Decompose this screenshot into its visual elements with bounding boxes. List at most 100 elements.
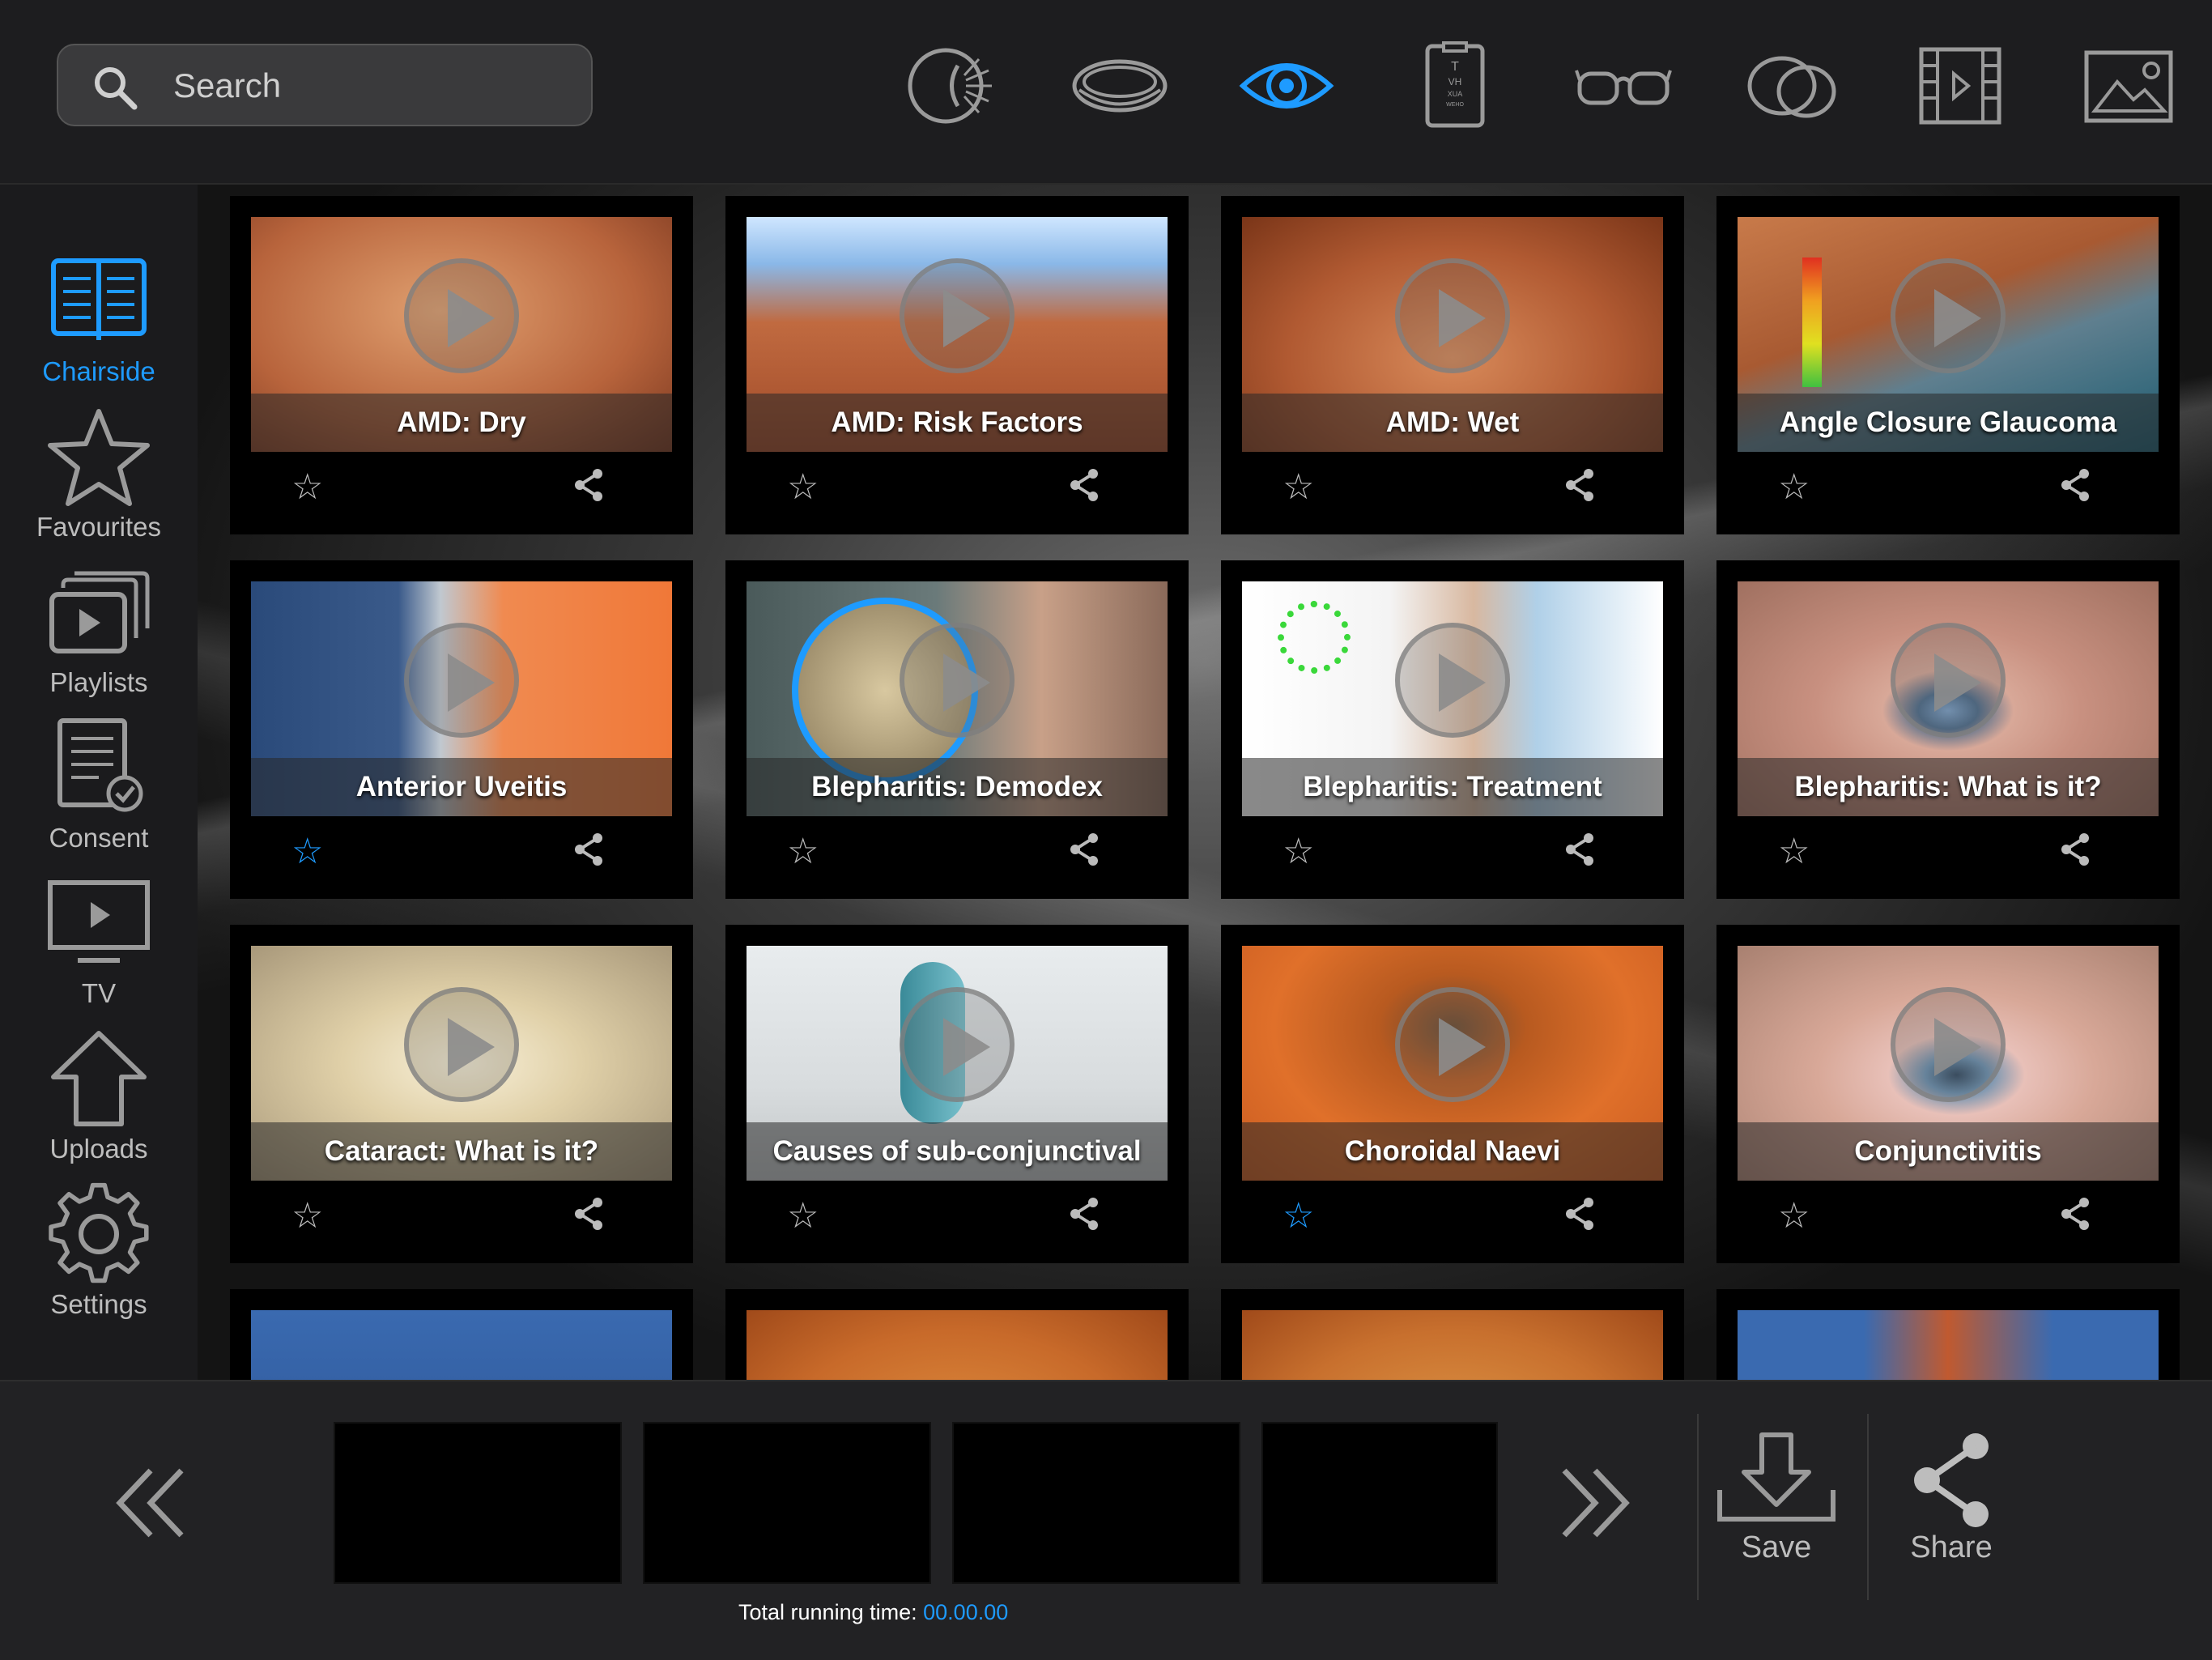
sidebar-item-consent[interactable]: Consent: [0, 716, 198, 870]
favourite-star-icon[interactable]: ☆: [1283, 470, 1314, 505]
video-thumbnail[interactable]: Angle Closure Glaucoma: [1738, 217, 2159, 452]
save-label: Save: [1741, 1530, 1812, 1564]
video-thumbnail[interactable]: Blepharitis: Demodex: [747, 581, 1168, 816]
playlist-slot[interactable]: [643, 1422, 931, 1584]
video-card[interactable]: Blepharitis: What is it? ☆: [1716, 560, 2180, 899]
eye-chart-icon[interactable]: T VH XUA WEHO: [1402, 37, 1508, 134]
play-button[interactable]: [404, 258, 519, 373]
favourite-star-icon[interactable]: ☆: [1778, 834, 1810, 870]
glasses-icon[interactable]: [1571, 37, 1676, 134]
lens-overlap-icon[interactable]: [1739, 37, 1844, 134]
favourite-star-icon[interactable]: ☆: [1283, 1198, 1314, 1234]
play-button[interactable]: [1395, 986, 1510, 1102]
share-icon[interactable]: [1561, 466, 1598, 504]
favourite-star-icon[interactable]: ☆: [291, 834, 323, 870]
video-title-strip: Conjunctivitis: [1738, 1122, 2159, 1181]
favourite-star-icon[interactable]: ☆: [1778, 1198, 1810, 1234]
video-thumbnail[interactable]: Choroidal Naevi: [1242, 946, 1663, 1181]
video-card[interactable]: Conjunctivitis ☆: [1716, 925, 2180, 1263]
video-thumbnail[interactable]: AMD: Dry: [251, 217, 672, 452]
video-thumbnail[interactable]: [251, 1310, 672, 1380]
sidebar-item-favourites[interactable]: Favourites: [0, 405, 198, 559]
eye-icon[interactable]: [1234, 37, 1339, 134]
search-bar[interactable]: Search: [57, 44, 593, 126]
chevrons-left-icon[interactable]: [102, 1454, 199, 1551]
play-button[interactable]: [1891, 622, 2006, 738]
share-icon[interactable]: [1561, 1195, 1598, 1232]
video-card[interactable]: Blepharitis: Demodex ☆: [725, 560, 1189, 899]
upload-arrow-icon: [51, 1031, 147, 1126]
play-button[interactable]: [1395, 258, 1510, 373]
play-button[interactable]: [1891, 986, 2006, 1102]
share-icon[interactable]: [570, 1195, 607, 1232]
favourite-star-icon[interactable]: ☆: [787, 470, 819, 505]
video-card[interactable]: Blepharitis: Treatment ☆: [1221, 560, 1684, 899]
anatomy-icon[interactable]: [897, 37, 1002, 134]
video-thumbnail[interactable]: Causes of sub-conjunctival: [747, 946, 1168, 1181]
video-card[interactable]: Choroidal Naevi ☆: [1221, 925, 1684, 1263]
share-icon[interactable]: [2057, 831, 2094, 868]
video-thumbnail[interactable]: Anterior Uveitis: [251, 581, 672, 816]
share-icon[interactable]: [1066, 466, 1103, 504]
video-card[interactable]: [725, 1289, 1189, 1380]
play-button[interactable]: [404, 986, 519, 1102]
play-button[interactable]: [900, 986, 1015, 1102]
video-card[interactable]: Anterior Uveitis ☆: [230, 560, 693, 899]
save-button[interactable]: Save: [1695, 1430, 1857, 1592]
video-thumbnail[interactable]: [1738, 1310, 2159, 1380]
share-icon[interactable]: [2057, 466, 2094, 504]
video-card[interactable]: AMD: Risk Factors ☆: [725, 196, 1189, 534]
video-card[interactable]: Causes of sub-conjunctival ☆: [725, 925, 1189, 1263]
play-button[interactable]: [1891, 258, 2006, 373]
video-thumbnail[interactable]: Conjunctivitis: [1738, 946, 2159, 1181]
playlist-slot[interactable]: [1261, 1422, 1498, 1584]
sidebar-item-label: Playlists: [49, 667, 148, 697]
video-card[interactable]: AMD: Dry ☆: [230, 196, 693, 534]
video-card[interactable]: [1716, 1289, 2180, 1380]
video-thumbnail[interactable]: Blepharitis: Treatment: [1242, 581, 1663, 816]
video-thumbnail[interactable]: Blepharitis: What is it?: [1738, 581, 2159, 816]
share-icon[interactable]: [570, 831, 607, 868]
video-card[interactable]: Angle Closure Glaucoma ☆: [1716, 196, 2180, 534]
favourite-star-icon[interactable]: ☆: [291, 470, 323, 505]
sidebar-item-tv[interactable]: TV: [0, 871, 198, 1025]
share-icon[interactable]: [570, 466, 607, 504]
play-button[interactable]: [1395, 622, 1510, 738]
share-button[interactable]: Share: [1870, 1430, 2032, 1592]
sidebar-item-settings[interactable]: Settings: [0, 1182, 198, 1336]
favourite-star-icon[interactable]: ☆: [1283, 834, 1314, 870]
favourite-star-icon[interactable]: ☆: [291, 1198, 323, 1234]
favourite-star-icon[interactable]: ☆: [787, 1198, 819, 1234]
video-card[interactable]: [1221, 1289, 1684, 1380]
play-button[interactable]: [900, 622, 1015, 738]
film-icon[interactable]: [1908, 37, 2013, 134]
playlist-slot[interactable]: [952, 1422, 1240, 1584]
share-icon[interactable]: [2057, 1195, 2094, 1232]
share-icon[interactable]: [1066, 1195, 1103, 1232]
contact-lens-icon[interactable]: [1067, 37, 1172, 134]
image-icon[interactable]: [2076, 37, 2181, 134]
chevrons-right-icon[interactable]: [1546, 1454, 1644, 1551]
video-card[interactable]: Cataract: What is it? ☆: [230, 925, 693, 1263]
video-thumbnail[interactable]: Cataract: What is it?: [251, 946, 672, 1181]
favourite-star-icon[interactable]: ☆: [1778, 470, 1810, 505]
sidebar-item-label: Uploads: [49, 1134, 148, 1164]
playlist-slot[interactable]: [334, 1422, 622, 1584]
sidebar-item-playlists[interactable]: Playlists: [0, 560, 198, 714]
video-title: Anterior Uveitis: [355, 771, 568, 802]
svg-text:WEHO: WEHO: [1446, 102, 1464, 108]
favourite-star-icon[interactable]: ☆: [787, 834, 819, 870]
play-button[interactable]: [900, 258, 1015, 373]
video-card[interactable]: [230, 1289, 693, 1380]
share-icon[interactable]: [1066, 831, 1103, 868]
sidebar-item-chairside[interactable]: Chairside: [0, 249, 198, 403]
sidebar-item-uploads[interactable]: Uploads: [0, 1027, 198, 1181]
gear-icon: [49, 1182, 149, 1283]
video-thumbnail[interactable]: AMD: Risk Factors: [747, 217, 1168, 452]
video-thumbnail[interactable]: [747, 1310, 1168, 1380]
video-thumbnail[interactable]: AMD: Wet: [1242, 217, 1663, 452]
play-button[interactable]: [404, 622, 519, 738]
video-thumbnail[interactable]: [1242, 1310, 1663, 1380]
share-icon[interactable]: [1561, 831, 1598, 868]
video-card[interactable]: AMD: Wet ☆: [1221, 196, 1684, 534]
